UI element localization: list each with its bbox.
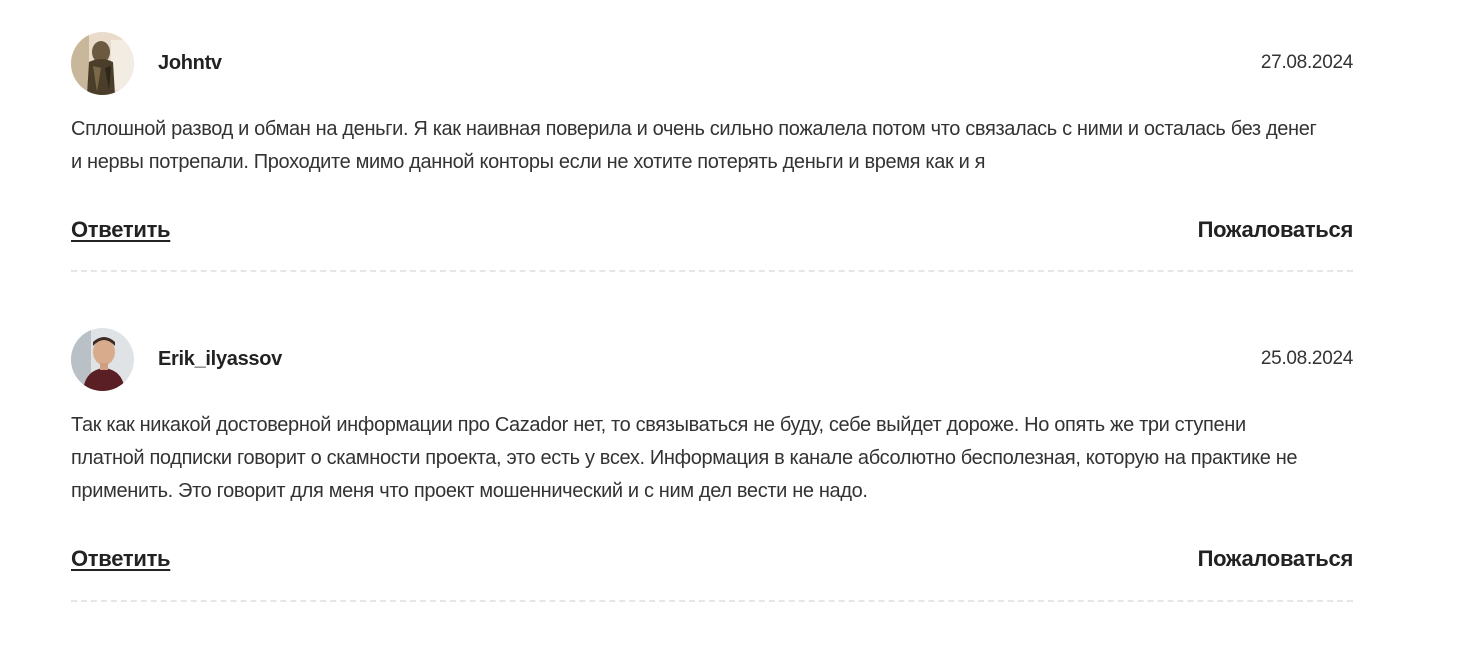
complain-link[interactable]: Пожаловаться bbox=[1198, 546, 1354, 572]
comment-actions: Ответить Пожаловаться bbox=[71, 546, 1353, 572]
comment-header: Erik_ilyassov 25.08.2024 bbox=[71, 327, 1353, 391]
comment-divider bbox=[71, 600, 1353, 602]
reply-link[interactable]: Ответить bbox=[71, 546, 171, 572]
comment-text: Так как никакой достоверной информации п… bbox=[71, 414, 1298, 502]
comment-username: Erik_ilyassov bbox=[158, 347, 282, 370]
comments-list: Johntv 27.08.2024 Сплошной развод и обма… bbox=[71, 0, 1353, 602]
avatar bbox=[71, 327, 134, 391]
comment-date: 25.08.2024 bbox=[1260, 348, 1353, 369]
comment: Erik_ilyassov 25.08.2024 Так как никакой… bbox=[71, 0, 1353, 502]
